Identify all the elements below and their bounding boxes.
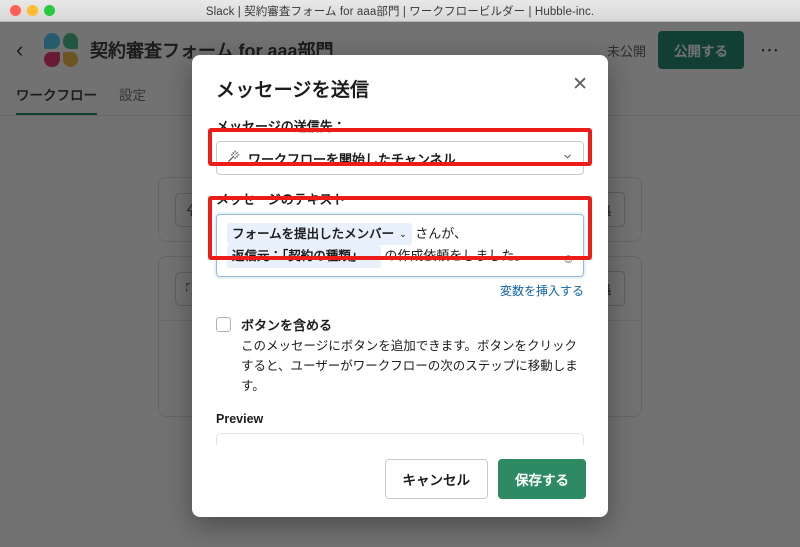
include-button-description: このメッセージにボタンを追加できます。ボタンをクリックすると、ユーザーがワークフ… [241,338,578,393]
message-static-text-1: さんが、 [411,226,468,241]
variable-chip-member-label: フォームを提出したメンバー [232,227,395,241]
destination-label: メッセージの送信先： [216,119,346,134]
message-text-label: メッセージのテキスト [216,192,346,207]
chevron-down-icon: ⌄ [368,251,376,262]
preview-label: Preview [216,411,264,426]
save-button[interactable]: 保存する [498,459,586,499]
dialog-title: メッセージを送信 [216,80,370,101]
preview-card: 契約審査フォーム for aaa部門 ワークフロー @可変ユーザー さんが、可変… [216,432,584,445]
dialog-body: メッセージの送信先： ワークフローを開始したチャンネル メッセージのテキスト フ… [192,106,608,445]
include-button-checkbox[interactable] [216,316,231,332]
close-icon[interactable]: ✕ [572,75,588,94]
include-button-option: ボタンを含める このメッセージにボタンを追加できます。ボタンをクリックすると、ユ… [216,315,584,396]
app-window: Slack | 契約審査フォーム for aaa部門 | ワークフロービルダー … [0,0,800,547]
insert-variable-label: 変数を挿入する [499,283,584,298]
message-text-editor[interactable]: フォームを提出したメンバー ⌄ さんが、返信元：「契約の種類」 ⌄ の作成依頼をしま… [216,214,584,277]
minimize-window-button[interactable] [27,5,38,16]
chevron-down-icon: ⌄ [399,228,407,239]
include-button-title: ボタンを含める [241,317,333,333]
variable-chip-contract-type[interactable]: 返信元：「契約の種類」 ⌄ [227,245,381,268]
destination-value: ワークフローを開始したチャンネル [248,151,456,167]
window-title: Slack | 契約審査フォーム for aaa部門 | ワークフロービルダー … [205,5,595,18]
cancel-button[interactable]: キャンセル [384,459,488,499]
traffic-lights [10,5,55,16]
dialog-footer: キャンセル 保存する [192,445,608,517]
message-static-text-2: の作成依頼をしました。 [380,248,528,264]
magic-wand-icon [227,150,240,166]
window-titlebar: Slack | 契約審査フォーム for aaa部門 | ワークフロービルダー … [0,0,800,22]
destination-select[interactable]: ワークフローを開始したチャンネル [216,141,584,175]
insert-variable-button[interactable]: 変数を挿入する [216,282,584,299]
chevron-down-icon [562,151,573,165]
close-window-button[interactable] [10,5,21,16]
emoji-picker-icon[interactable]: ☺ [562,248,575,269]
dialog-header: メッセージを送信 ✕ [192,55,608,106]
variable-chip-member[interactable]: フォームを提出したメンバー ⌄ [227,223,412,246]
send-message-dialog: メッセージを送信 ✕ メッセージの送信先： ワークフローを開始したチャンネル メ… [192,55,608,517]
zoom-window-button[interactable] [44,5,55,16]
variable-chip-contract-type-label: 返信元：「契約の種類」 [232,249,364,264]
